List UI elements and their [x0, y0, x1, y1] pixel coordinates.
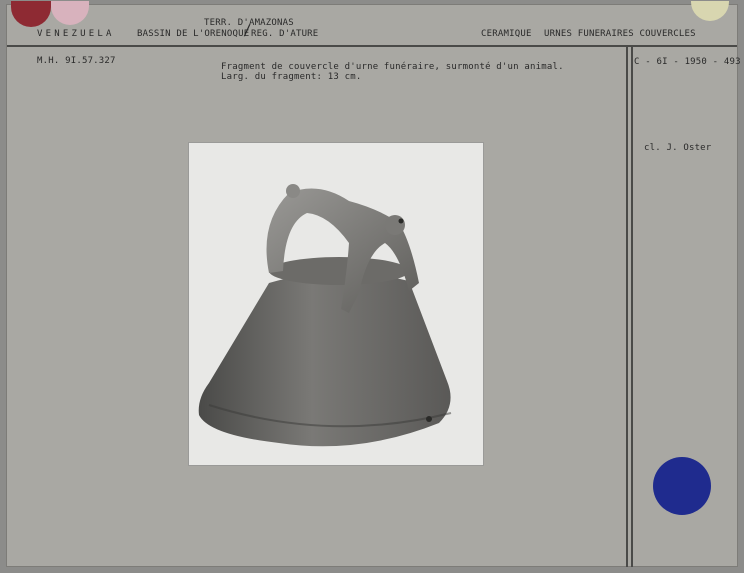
artifact-photo	[188, 142, 484, 466]
catalog-card: TERR. D'AMAZONAS VENEZUELA BASSIN DE L'O…	[6, 1, 741, 567]
photo-credit: cl. J. Oster	[644, 143, 712, 153]
description-line-2: Larg. du fragment: 13 cm.	[221, 72, 362, 82]
blue-color-dot	[653, 457, 711, 515]
yellow-color-dot	[691, 1, 729, 21]
ceramic-label: CERAMIQUE	[481, 29, 532, 39]
basin-label: BASSIN DE L'ORENOQUE	[137, 29, 250, 39]
pink-color-dot	[51, 1, 89, 25]
reference-number: C - 6I - 1950 - 493	[634, 57, 741, 67]
country-label: VENEZUELA	[37, 29, 115, 39]
column-divider-right	[631, 47, 633, 567]
red-color-dot	[11, 1, 51, 27]
inventory-number: M.H. 9I.57.327	[37, 56, 116, 66]
column-divider-left	[626, 47, 628, 567]
region-label: REG. D'ATURE	[251, 29, 319, 39]
urn-lid-illustration	[189, 143, 483, 465]
category-label: URNES FUNERAIRES COUVERCLES	[544, 29, 696, 39]
